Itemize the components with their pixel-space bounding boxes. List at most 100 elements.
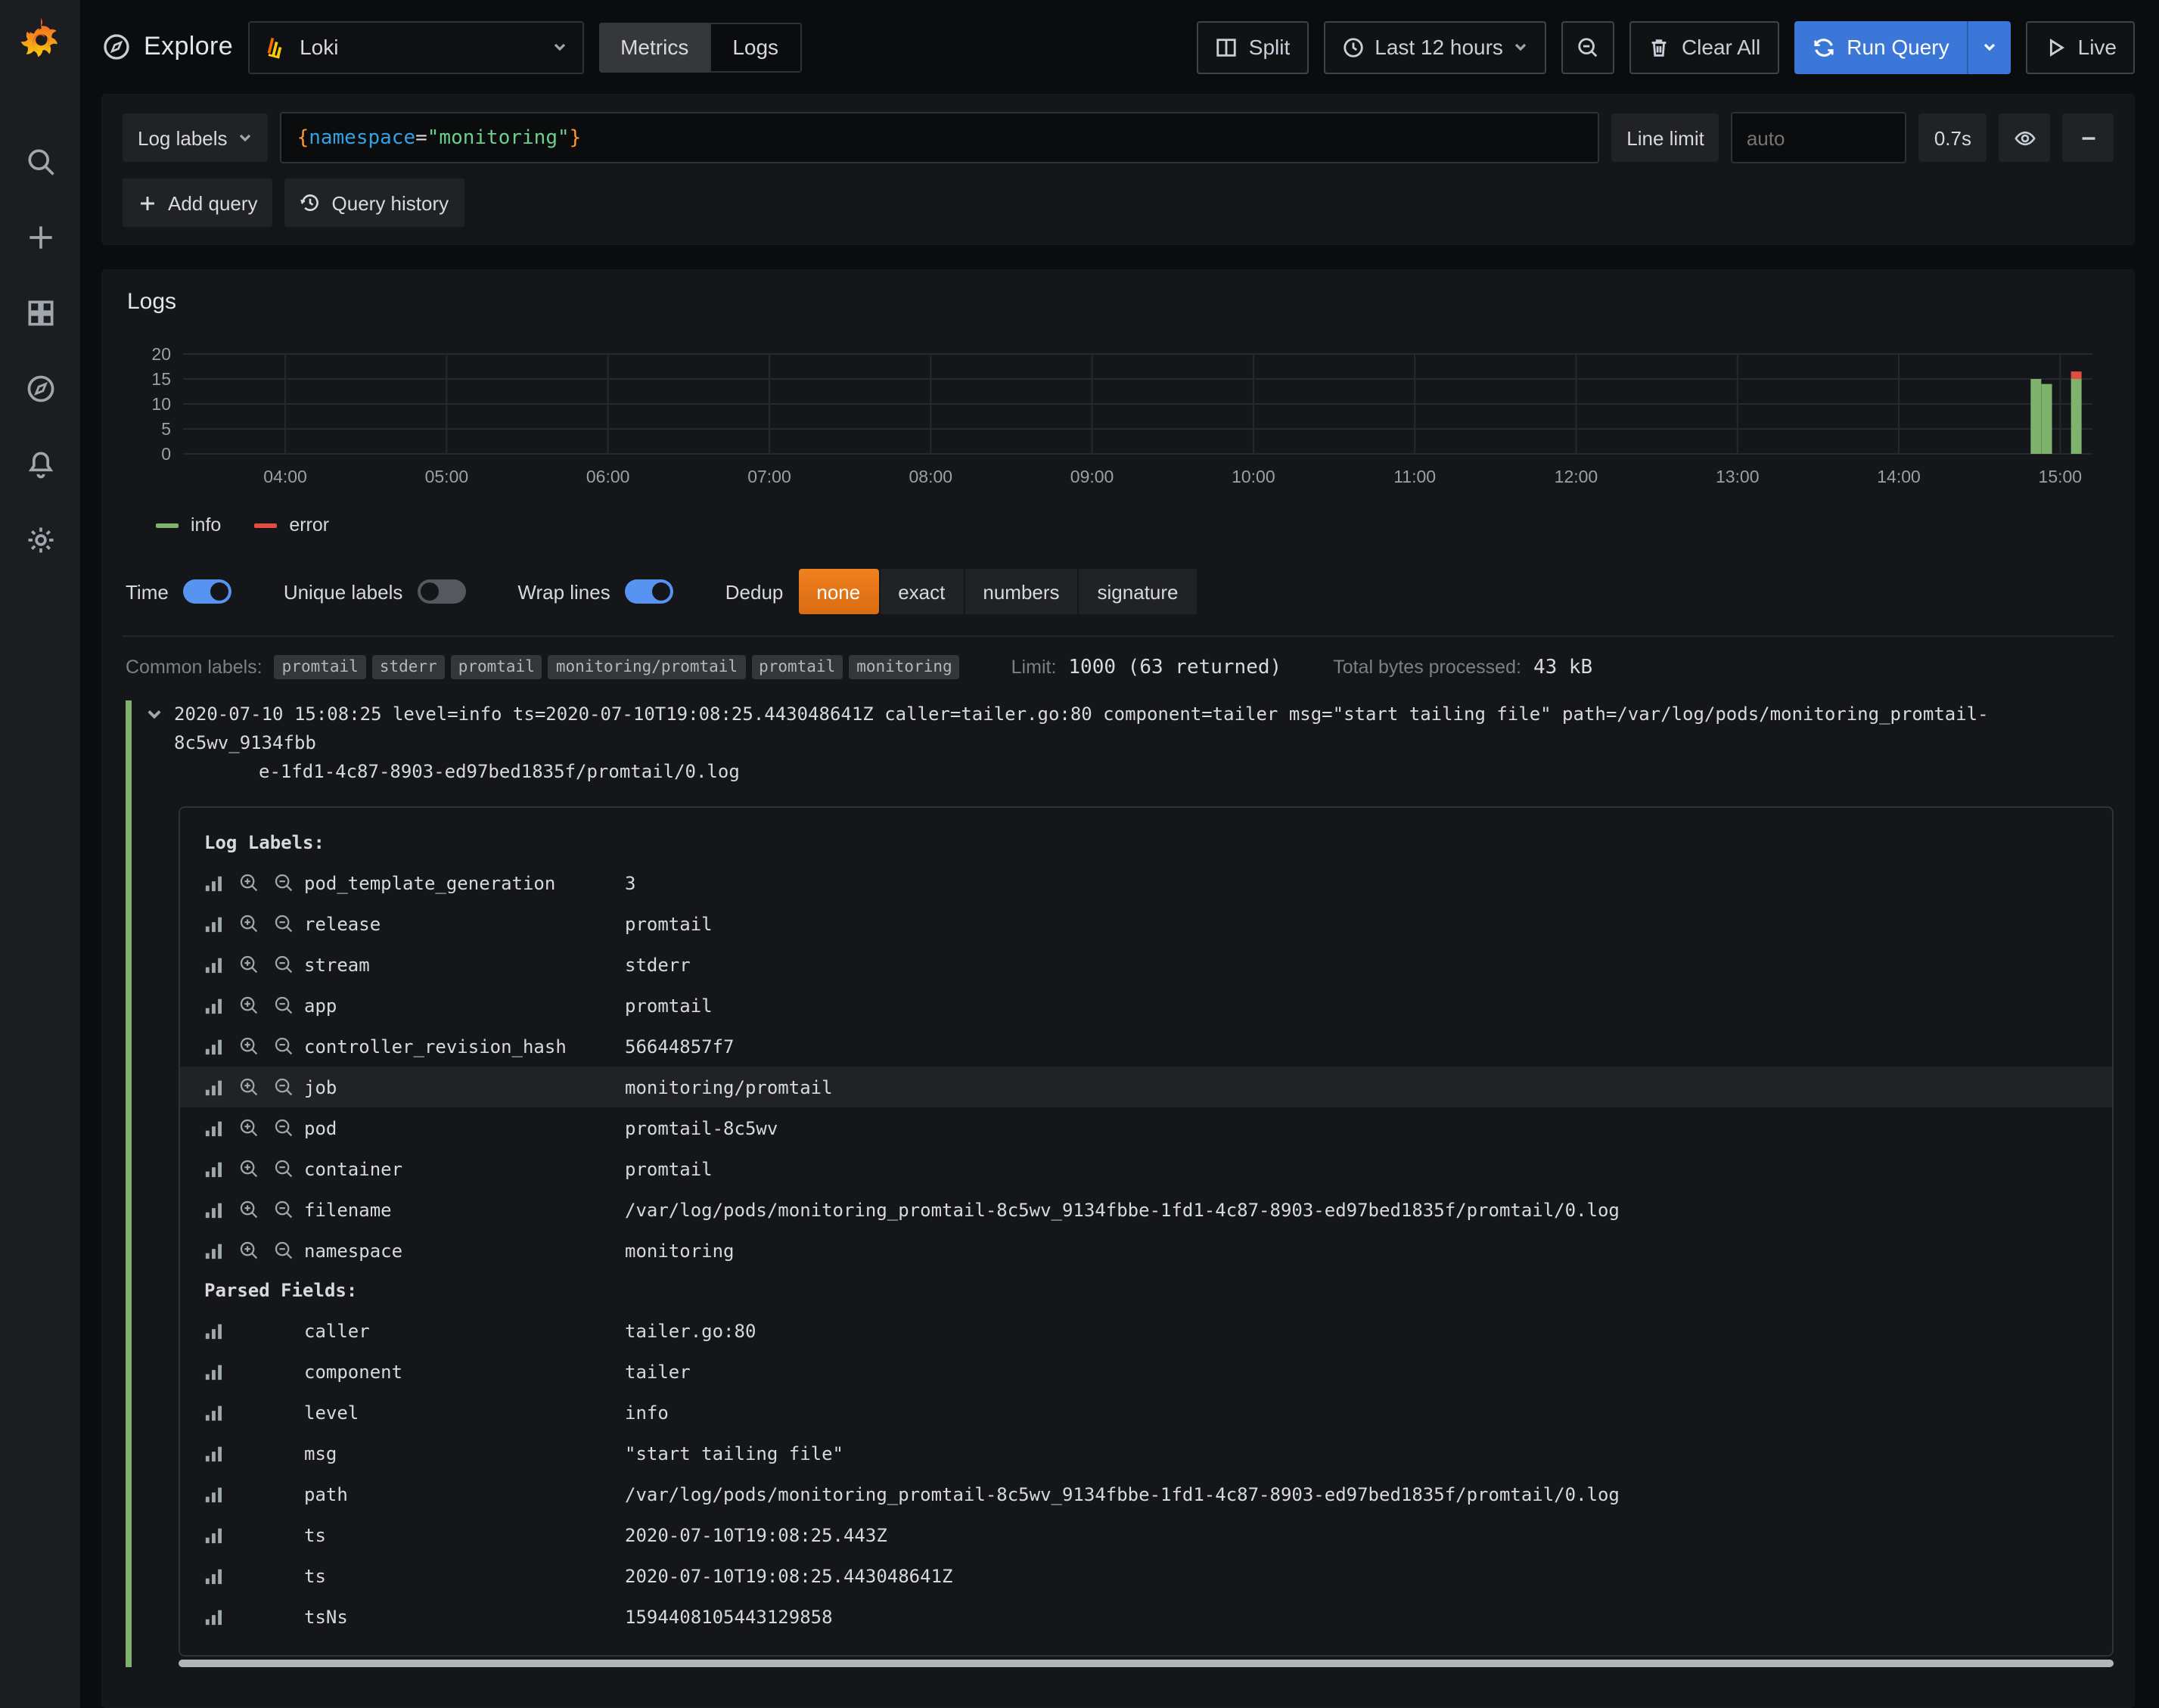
parsed-fields-rows: caller tailer.go:80 component tailer lev… [204,1310,2088,1637]
dashboards-icon[interactable] [23,297,57,330]
filter-out-icon[interactable] [274,955,294,974]
field-value: promtail [625,995,2088,1016]
field-key: namespace [304,1240,625,1261]
datasource-picker[interactable]: Loki [248,20,584,73]
filter-for-icon[interactable] [239,1241,259,1260]
filter-for-icon[interactable] [239,1077,259,1097]
run-query-button[interactable]: Run Query [1794,20,2011,73]
legend-item-error[interactable]: error [254,514,329,536]
explore-compass-icon[interactable] [23,372,57,405]
field-key: controller_revision_hash [304,1036,625,1057]
wrap-lines-toggle[interactable] [626,579,674,604]
query-token-eq: = [415,126,427,149]
stats-bars-icon[interactable] [204,1525,224,1545]
stats-bars-icon[interactable] [204,955,224,974]
stats-bars-icon[interactable] [204,995,224,1015]
add-query-label: Add query [168,191,258,214]
filter-for-icon[interactable] [239,955,259,974]
stats-bars-icon[interactable] [204,1402,224,1422]
stats-bars-icon[interactable] [204,1443,224,1463]
row-actions [204,1200,304,1219]
clear-all-button[interactable]: Clear All [1630,20,1778,73]
dedup-option-button[interactable]: numbers [965,569,1077,614]
dedup-option-button[interactable]: none [798,569,878,614]
clear-all-label: Clear All [1682,35,1760,59]
run-query-main[interactable]: Run Query [1794,20,1967,73]
stats-bars-icon[interactable] [204,1362,224,1381]
dedup-segmented-control: noneexactnumberssignature [798,569,1196,614]
legend-color-dash [254,523,277,527]
tab-logs[interactable]: Logs [710,22,801,72]
zoom-out-button[interactable] [1562,20,1615,73]
logs-chart-svg[interactable]: 04:0005:0006:0007:0008:0009:0010:0011:00… [123,339,2105,508]
filter-for-icon[interactable] [239,1036,259,1056]
eye-icon [2013,126,2036,149]
filter-out-icon[interactable] [274,995,294,1015]
stats-bars-icon[interactable] [204,1241,224,1260]
log-label-row: controller_revision_hash 56644857f7 [180,1026,2112,1067]
stats-bars-icon[interactable] [204,1607,224,1626]
search-icon[interactable] [23,145,57,179]
stats-bars-icon[interactable] [204,914,224,933]
stats-bars-icon[interactable] [204,1036,224,1056]
dedup-option-button[interactable]: signature [1080,569,1197,614]
field-value: promtail-8c5wv [625,1117,2088,1138]
collapse-caret-icon[interactable] [145,705,163,723]
row-actions [204,1321,304,1340]
stats-bars-icon[interactable] [204,1321,224,1340]
create-plus-icon[interactable] [23,221,57,254]
filter-out-icon[interactable] [274,1077,294,1097]
alerting-bell-icon[interactable] [23,448,57,481]
query-history-button[interactable]: Query history [285,179,464,227]
query-expression-input[interactable]: {namespace="monitoring"} [281,112,1600,163]
filter-out-icon[interactable] [274,873,294,893]
filter-for-icon[interactable] [239,914,259,933]
field-value: monitoring/promtail [625,1076,2088,1098]
tab-metrics[interactable]: Metrics [599,22,710,72]
filter-out-icon[interactable] [274,1159,294,1179]
stats-bars-icon[interactable] [204,1077,224,1097]
time-range-picker[interactable]: Last 12 hours [1323,20,1547,73]
filter-out-icon[interactable] [274,1200,294,1219]
time-toggle[interactable] [184,579,232,604]
legend-item-info[interactable]: info [156,514,221,536]
run-query-dropdown[interactable] [1968,20,2011,73]
log-labels-dropdown[interactable]: Log labels [123,113,269,162]
live-button[interactable]: Live [2027,20,2135,73]
split-button[interactable]: Split [1198,20,1308,73]
filter-for-icon[interactable] [239,995,259,1015]
filter-out-icon[interactable] [274,1036,294,1056]
clock-icon [1341,36,1364,58]
stats-bars-icon[interactable] [204,1118,224,1138]
settings-gear-icon[interactable] [23,523,57,557]
row-actions [204,1525,304,1545]
query-actions-row: Add query Query history [123,179,2114,227]
stats-bars-icon[interactable] [204,1200,224,1219]
dedup-option-button[interactable]: exact [880,569,963,614]
filter-out-icon[interactable] [274,1241,294,1260]
svg-text:04:00: 04:00 [263,467,307,486]
stats-bars-icon[interactable] [204,873,224,893]
remove-query-button[interactable] [2062,113,2114,162]
toggle-visibility-button[interactable] [1999,113,2050,162]
unique-labels-toggle[interactable] [418,579,466,604]
filter-for-icon[interactable] [239,873,259,893]
line-limit-input[interactable] [1732,112,1907,163]
row-actions [204,873,304,893]
filter-for-icon[interactable] [239,1118,259,1138]
filter-out-icon[interactable] [274,1118,294,1138]
add-query-button[interactable]: Add query [123,179,273,227]
chevron-down-icon [552,39,567,54]
stats-bars-icon[interactable] [204,1484,224,1504]
stats-bars-icon[interactable] [204,1566,224,1585]
common-label-badge: promtail [451,655,542,679]
field-value: 3 [625,872,2088,893]
filter-for-icon[interactable] [239,1159,259,1179]
grafana-logo[interactable] [14,15,66,67]
common-label-badge: monitoring/promtail [548,655,745,679]
field-key: tsNs [304,1606,625,1627]
filter-for-icon[interactable] [239,1200,259,1219]
filter-out-icon[interactable] [274,914,294,933]
stats-bars-icon[interactable] [204,1159,224,1179]
horizontal-scrollbar[interactable] [179,1660,2114,1667]
